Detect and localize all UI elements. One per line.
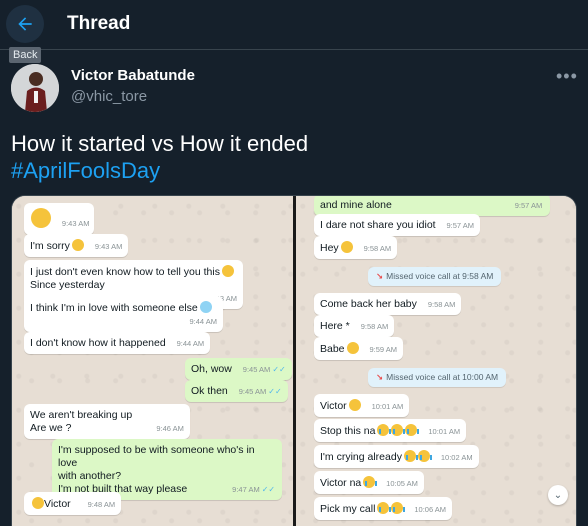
emoji-icon <box>377 424 392 436</box>
chat-message: Stop this na 10:01 AM <box>314 419 467 442</box>
chat-screenshot-left: 9:43 AM I'm sorry 9:43 AM I just don't e… <box>12 196 293 526</box>
more-options-icon[interactable]: ••• <box>556 66 578 87</box>
chat-message: I think I'm in love with someone else 9:… <box>24 296 223 332</box>
emoji-icon <box>346 342 359 354</box>
chat-message: Babe 9:59 AM <box>314 337 403 360</box>
missed-call-icon: ↘ <box>376 372 384 382</box>
chevron-down-icon: ⌄ <box>548 485 568 505</box>
chat-message: Victor 9:48 AM <box>24 492 122 515</box>
emoji-icon <box>348 399 361 411</box>
back-tooltip: Back <box>9 47 42 63</box>
author-name[interactable]: Victor Babatunde <box>71 67 195 84</box>
tweet-body: How it started vs How it ended <box>11 131 309 156</box>
chat-message: Victor na 10:05 AM <box>314 471 424 494</box>
tweet-media-image[interactable]: 9:43 AM I'm sorry 9:43 AM I just don't e… <box>11 195 577 526</box>
emoji-icon <box>199 301 212 313</box>
emoji-icon <box>403 450 418 462</box>
emoji-icon <box>377 502 392 514</box>
chat-message: 9:43 AM <box>24 203 95 235</box>
chat-message: and mine alone 9:57 AM <box>314 196 550 216</box>
emoji-icon <box>391 424 406 436</box>
page-title: Thread <box>67 13 131 34</box>
chat-message: Ok then 9:45 AM ✓✓ <box>185 380 288 402</box>
missed-call-icon: ↘ <box>376 271 384 281</box>
emoji-icon <box>31 208 51 228</box>
avatar[interactable] <box>11 64 59 112</box>
chat-message: I'm crying already 10:02 AM <box>314 445 479 468</box>
tweet-text: How it started vs How it ended #AprilFoo… <box>11 130 308 184</box>
chat-message: Come back her baby 9:58 AM <box>314 293 462 315</box>
missed-call-notice: ↘ Missed voice call at 9:58 AM <box>368 267 502 286</box>
chat-message: Victor 10:01 AM <box>314 394 410 417</box>
chat-message: I don't know how it happened 9:44 AM <box>24 332 211 354</box>
emoji-icon <box>417 450 432 462</box>
thread-header: Thread <box>0 0 588 50</box>
emoji-icon <box>363 476 378 488</box>
emoji-icon <box>340 241 353 253</box>
chat-message: Oh, wow 9:45 AM ✓✓ <box>185 358 292 380</box>
chat-message: Here * 9:58 AM <box>314 315 395 337</box>
avatar-image <box>11 64 59 112</box>
hashtag-link[interactable]: #AprilFoolsDay <box>11 157 308 184</box>
chat-message: I'm supposed to be with someone who's in… <box>52 439 282 500</box>
chat-message: Pick my call 10:06 AM <box>314 497 453 520</box>
chat-message: Hey 9:58 AM <box>314 236 398 259</box>
missed-call-notice: ↘ Missed voice call at 10:00 AM <box>368 368 507 387</box>
chat-message: We aren't breaking up Are we ? 9:46 AM <box>24 404 190 439</box>
emoji-icon <box>405 424 420 436</box>
chat-screenshot-right: and mine alone 9:57 AM I dare not share … <box>296 196 576 526</box>
chat-message: I dare not share you idiot 9:57 AM <box>314 214 481 236</box>
emoji-icon <box>32 497 44 509</box>
arrow-left-icon <box>18 17 32 31</box>
emoji-icon <box>221 265 234 277</box>
chat-message: I'm sorry 9:43 AM <box>24 234 129 257</box>
author-handle[interactable]: @vhic_tore <box>71 88 147 105</box>
back-button[interactable] <box>6 5 44 43</box>
emoji-icon <box>71 239 84 251</box>
emoji-icon <box>391 502 406 514</box>
